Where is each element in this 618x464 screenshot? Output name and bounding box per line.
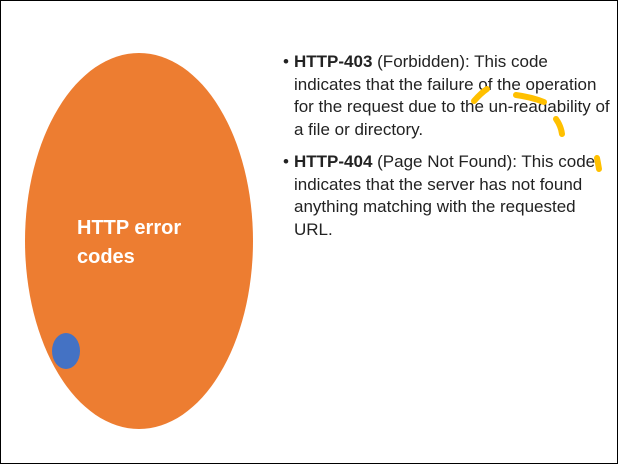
slide-title-line-1: HTTP error [77,217,182,239]
bullet-term: HTTP-403 [294,52,373,71]
slide-title-line-2: codes [77,246,135,268]
bullet-term: HTTP-404 [294,152,373,171]
blue-dot [52,333,80,369]
bullet-list: • HTTP-403 (Forbidden): This code indica… [283,51,615,251]
bullet-icon: • [283,52,289,71]
slide: HTTP error codes • HTTP-403 (Forbidden):… [0,0,618,464]
slide-title: HTTP error codes [77,214,181,272]
bullet-item-403: • HTTP-403 (Forbidden): This code indica… [283,51,615,141]
bullet-item-404: • HTTP-404 (Page Not Found): This code i… [283,151,615,241]
bullet-icon: • [283,152,289,171]
